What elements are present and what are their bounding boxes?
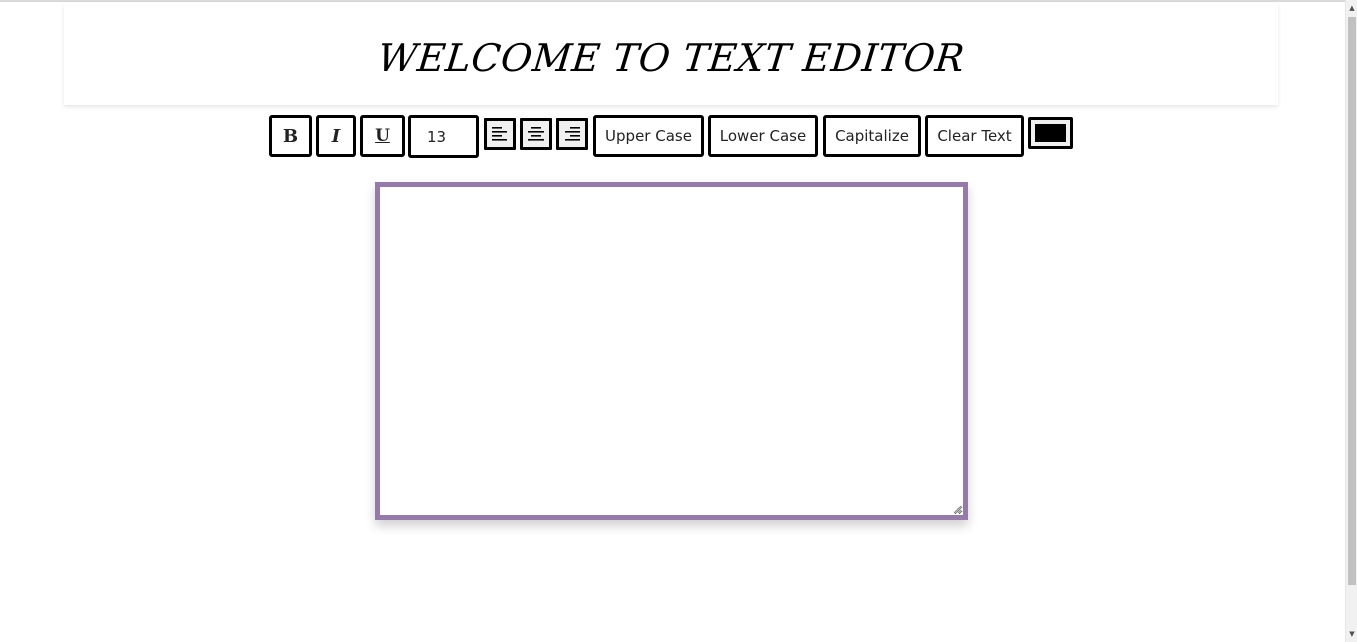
page: WELCOME TO TEXT EDITOR B I U 13 Upper Ca… — [0, 0, 1345, 642]
font-size-input[interactable] — [408, 115, 479, 158]
align-right-button[interactable] — [556, 118, 588, 150]
scrollbar-thumb[interactable] — [1348, 17, 1356, 585]
text-editor-area[interactable] — [375, 182, 968, 520]
page-title: WELCOME TO TEXT EDITOR — [375, 36, 967, 80]
bold-button[interactable]: B — [269, 115, 312, 157]
upper-case-button[interactable]: Upper Case — [593, 115, 704, 157]
vertical-scrollbar[interactable]: ▲ ▼ — [1345, 0, 1357, 642]
scroll-up-icon[interactable]: ▲ — [1346, 1, 1357, 15]
align-center-icon — [527, 126, 545, 142]
header: WELCOME TO TEXT EDITOR — [64, 3, 1278, 105]
scroll-down-icon[interactable]: ▼ — [1346, 627, 1357, 641]
align-center-button[interactable] — [520, 118, 552, 150]
color-swatch-fill — [1035, 124, 1066, 142]
toolbar: B I U 13 Upper Case Lower Case Capitaliz… — [0, 115, 1345, 159]
align-left-icon — [491, 126, 509, 142]
align-right-icon — [563, 126, 581, 142]
text-color-picker[interactable] — [1028, 117, 1073, 149]
clear-text-button[interactable]: Clear Text — [925, 115, 1024, 157]
lower-case-button[interactable]: Lower Case — [708, 115, 818, 157]
underline-button[interactable]: U — [360, 115, 405, 157]
align-left-button[interactable] — [484, 118, 516, 150]
capitalize-button[interactable]: Capitalize — [823, 115, 921, 157]
italic-button[interactable]: I — [316, 115, 356, 157]
resize-grip-icon[interactable] — [952, 504, 962, 514]
